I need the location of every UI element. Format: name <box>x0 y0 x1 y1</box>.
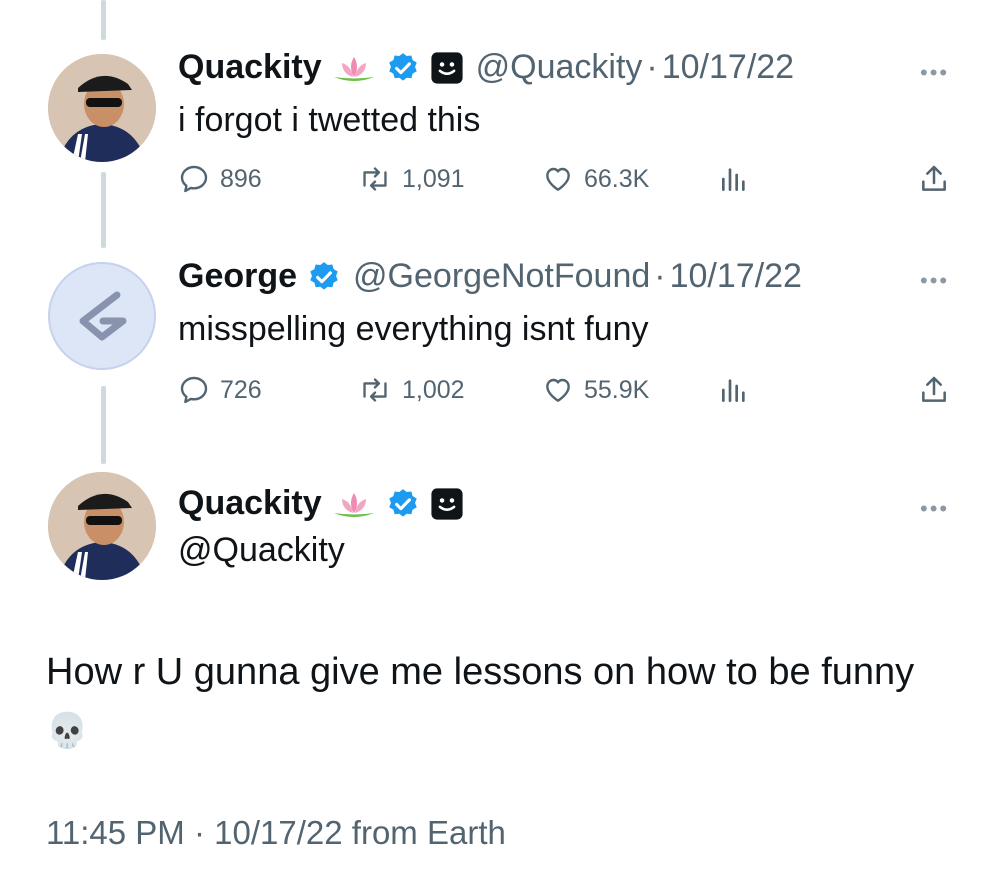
heart-icon <box>546 378 570 402</box>
retweet-count: 1,091 <box>402 164 465 193</box>
separator: · <box>654 257 666 295</box>
george-logo-icon <box>79 291 127 341</box>
main-tweet-header: Quackity <box>178 484 464 523</box>
reply-icon <box>180 376 208 404</box>
avatar-george[interactable] <box>48 262 156 370</box>
separator: · <box>193 814 205 851</box>
verified-badge-icon[interactable] <box>386 51 420 85</box>
smiley-square-icon[interactable] <box>430 487 464 521</box>
tweet-2-date[interactable]: 10/17/22 <box>670 257 802 296</box>
retweet-icon <box>363 378 387 402</box>
share-button[interactable] <box>918 374 960 406</box>
lotus-emoji-icon <box>332 489 376 519</box>
main-tweet-text-block: How r U gunna give me lessons on how to … <box>46 643 946 760</box>
tweet-date[interactable]: 10/17/22 <box>214 814 342 851</box>
avatar-quackity-main[interactable] <box>48 472 156 580</box>
more-icon[interactable]: ••• <box>920 60 949 86</box>
like-button[interactable]: 55.9K <box>542 374 649 406</box>
share-icon <box>922 376 946 402</box>
tweet-1-handle[interactable]: @Quackity <box>476 48 643 87</box>
lotus-emoji-icon <box>332 53 376 83</box>
tweet-1-date[interactable]: 10/17/22 <box>662 48 794 87</box>
tweet-meta: 11:45 PM · 10/17/22 from Earth <box>46 814 506 852</box>
like-count: 66.3K <box>584 164 650 193</box>
more-icon[interactable]: ••• <box>920 496 949 522</box>
tweet-1-header: Quackity @Quackity · 10/17/22 <box>178 48 794 87</box>
tweet-1-text: i forgot i twetted this <box>178 101 481 139</box>
tweet-1-display-name[interactable]: Quackity <box>178 48 322 87</box>
tweet-time[interactable]: 11:45 PM <box>46 814 185 851</box>
tweet-2-handle[interactable]: @GeorgeNotFound <box>353 257 650 296</box>
thread-line-middle <box>101 172 106 248</box>
retweet-count: 1,002 <box>402 375 465 404</box>
avatar-quackity[interactable] <box>48 54 156 162</box>
views-button[interactable] <box>718 374 760 406</box>
share-button[interactable] <box>918 163 960 195</box>
skull-emoji-icon: 💀 <box>46 712 89 750</box>
retweet-button[interactable]: 1,091 <box>358 163 465 195</box>
heart-icon <box>546 167 570 191</box>
views-button[interactable] <box>718 163 760 195</box>
more-icon[interactable]: ••• <box>920 268 949 294</box>
like-count: 55.9K <box>584 375 650 404</box>
views-icon <box>722 168 745 191</box>
thread-line-top <box>101 0 106 40</box>
reply-icon <box>180 165 208 193</box>
main-tweet-text: How r U gunna give me lessons on how to … <box>46 651 915 693</box>
tweet-2-header: George @GeorgeNotFound · 10/17/22 <box>178 257 802 296</box>
main-handle[interactable]: @Quackity <box>178 531 345 570</box>
like-button[interactable]: 66.3K <box>542 163 649 195</box>
share-icon <box>922 165 946 191</box>
views-icon <box>722 379 745 402</box>
retweet-button[interactable]: 1,002 <box>358 374 465 406</box>
reply-count: 896 <box>220 164 262 193</box>
retweet-icon <box>363 167 387 191</box>
verified-badge-icon[interactable] <box>386 487 420 521</box>
tweet-2-display-name[interactable]: George <box>178 257 297 296</box>
thread-line-bottom <box>101 386 106 464</box>
main-display-name[interactable]: Quackity <box>178 484 322 523</box>
reply-count: 726 <box>220 375 262 404</box>
avatar-quackity-image <box>48 472 156 580</box>
avatar-quackity-image <box>48 54 156 162</box>
verified-badge-icon[interactable] <box>307 260 341 294</box>
tweet-2-text: misspelling everything isnt funy <box>178 310 649 348</box>
reply-button[interactable]: 726 <box>178 374 262 406</box>
separator: · <box>646 48 658 86</box>
smiley-square-icon[interactable] <box>430 51 464 85</box>
reply-button[interactable]: 896 <box>178 163 262 195</box>
tweet-source: from Earth <box>351 814 506 851</box>
